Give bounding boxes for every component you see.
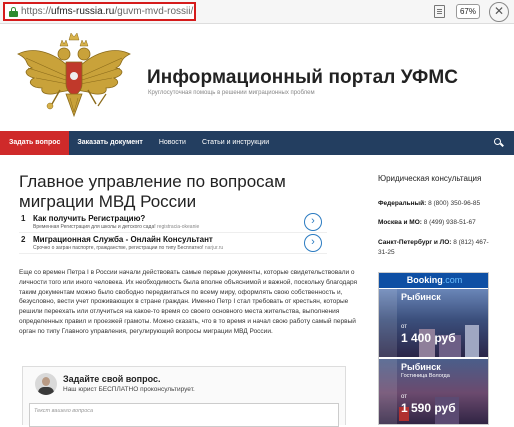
ad-item[interactable]: 2 Миграционная Служба - Онлайн Консульта… — [19, 234, 327, 254]
ad-number: 1 — [21, 214, 26, 223]
phone-link[interactable]: 8 (499) 938-51-67 — [424, 219, 476, 226]
chevron-right-icon[interactable]: › — [304, 234, 322, 252]
price-from: от — [401, 394, 407, 400]
search-icon[interactable] — [494, 138, 504, 148]
phone-moscow: Москва и МО: 8 (499) 938-51-67 — [378, 219, 476, 226]
sidebar-title: Юридическая консультация — [378, 174, 482, 183]
url-domain: ufms-russia.ru — [51, 6, 115, 17]
browser-toolbar: https://ufms-russia.ru/guvm-mvd-rossii/ … — [0, 0, 514, 24]
question-textarea[interactable]: Текст вашего вопроса — [29, 403, 339, 427]
hotel-price: 1 590 руб — [401, 401, 456, 415]
article-text: Еще со времен Петра I в России начали де… — [19, 269, 358, 335]
hotel-city: Рыбинск — [401, 292, 441, 302]
site-tagline: Круглосуточная помощь в решении миграцио… — [148, 90, 315, 96]
question-form: Задайте свой вопрос. Наш юрист БЕСПЛАТНО… — [22, 366, 346, 427]
page-title: Главное управление по вопросам миграции … — [19, 172, 286, 211]
site-title[interactable]: Информационный портал УФМС — [147, 67, 458, 89]
phone-spb: Санкт-Петербург и ЛО: 8 (812) 467-31-25 — [378, 239, 489, 256]
nav-item-articles[interactable]: Статьи и инструкции — [194, 131, 277, 155]
hotel-city: Рыбинск — [401, 362, 441, 372]
ad-number: 2 — [21, 235, 26, 244]
eagle-emblem-icon — [17, 32, 131, 118]
nav-item-news[interactable]: Новости — [151, 131, 194, 155]
hotel-name: Гостиница Вологда — [401, 373, 450, 379]
close-icon[interactable]: ✕ — [489, 2, 509, 22]
phone-link[interactable]: 8 (800) 350-96-85 — [428, 200, 480, 207]
reader-view-icon[interactable] — [434, 5, 445, 18]
nav-item-order-document[interactable]: Заказать документ — [69, 131, 150, 155]
nav-item-ask-question[interactable]: Задать вопрос — [0, 131, 70, 155]
phone-federal: Федеральный: 8 (800) 350-96-85 — [378, 200, 481, 207]
zoom-level[interactable]: 67% — [456, 4, 480, 19]
question-subtitle: Наш юрист БЕСПЛАТНО проконсультирует. — [63, 386, 195, 393]
ad-item[interactable]: 1 Как получить Регистрацию? Временная Ре… — [19, 213, 327, 233]
url-path: /guvm-mvd-rossii/ — [114, 6, 194, 17]
price-from: от — [401, 324, 407, 330]
ad-description: Временная Регистрация для школы и детско… — [33, 224, 200, 230]
lawyer-avatar — [35, 373, 57, 395]
lock-icon — [9, 6, 18, 17]
main-nav: Задать вопрос Заказать документ Новости … — [0, 131, 514, 155]
hotel-card[interactable]: Рыбинск Гостиница Вологда от 1 590 руб — [379, 359, 488, 424]
chevron-right-icon[interactable]: › — [304, 213, 322, 231]
address-bar[interactable]: https://ufms-russia.ru/guvm-mvd-rossii/ — [3, 2, 196, 21]
hotel-card[interactable]: Рыбинск от 1 400 руб — [379, 289, 488, 357]
booking-logo: Booking.com — [379, 273, 488, 288]
hotel-price: 1 400 руб — [401, 331, 456, 345]
ad-description: Срочно о загран паспорте, гражданстве, р… — [33, 245, 224, 251]
ad-title[interactable]: Миграционная Служба - Онлайн Консультант — [33, 235, 213, 244]
booking-ad[interactable]: Booking.com Рыбинск от 1 400 руб Рыбинск… — [378, 272, 489, 425]
url-prefix: https:// — [21, 6, 52, 17]
ad-title[interactable]: Как получить Регистрацию? — [33, 214, 145, 223]
question-title: Задайте свой вопрос. — [63, 374, 161, 384]
